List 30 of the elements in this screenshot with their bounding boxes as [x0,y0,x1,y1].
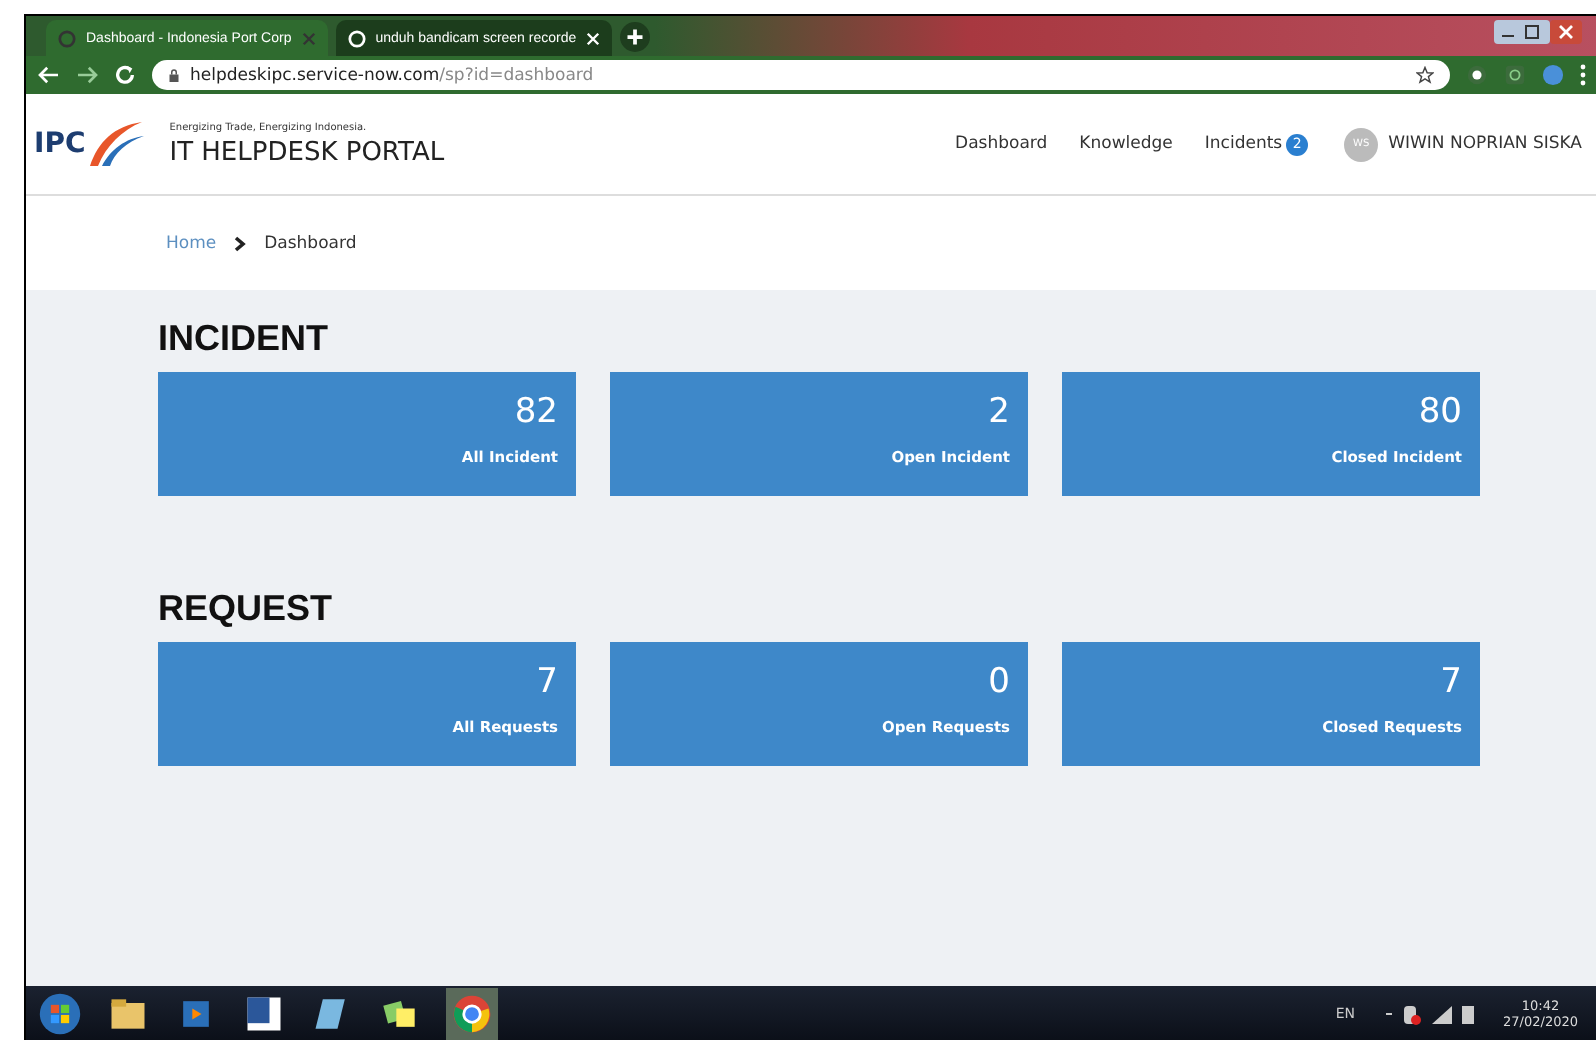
star-icon[interactable] [1416,66,1434,84]
window-controls-icon[interactable] [1494,20,1582,44]
stat-value: 7 [536,662,558,702]
nav-link[interactable]: Dashboard [955,134,1048,154]
lock-icon [168,67,180,83]
breadcrumb-item[interactable]: Dashboard [264,233,357,253]
section-title: REQUEST [158,588,335,630]
stat-value: 2 [988,392,1010,432]
forward-icon[interactable] [76,66,98,84]
document-icon[interactable] [242,992,286,1036]
menu-icon[interactable] [1580,64,1586,86]
extension-icon[interactable] [1466,64,1488,86]
stat-value: 80 [1418,392,1462,432]
stat-value: 0 [988,662,1010,702]
user-name[interactable]: WIWIN NOPRIAN SISKA [1388,134,1582,154]
extension-icon[interactable] [1504,64,1526,86]
nav-link[interactable]: Knowledge [1079,134,1173,154]
chevron-icon [234,235,247,251]
new-tab-icon[interactable] [620,21,651,51]
reload-icon[interactable] [114,64,136,86]
address-field[interactable]: helpdeskipc.service-now.com/sp?id=dashboard [152,60,1450,90]
start-icon[interactable] [38,992,82,1036]
back-icon[interactable] [38,66,60,84]
stat-value: 82 [514,392,558,432]
stat-value: 7 [1440,662,1462,702]
browser-icon[interactable] [446,988,498,1040]
portal-title: IT HELPDESK PORTAL [169,137,445,167]
logo-icon [85,118,146,170]
logo-text: IPC [34,128,86,160]
section-title: INCIDENT [158,318,330,360]
